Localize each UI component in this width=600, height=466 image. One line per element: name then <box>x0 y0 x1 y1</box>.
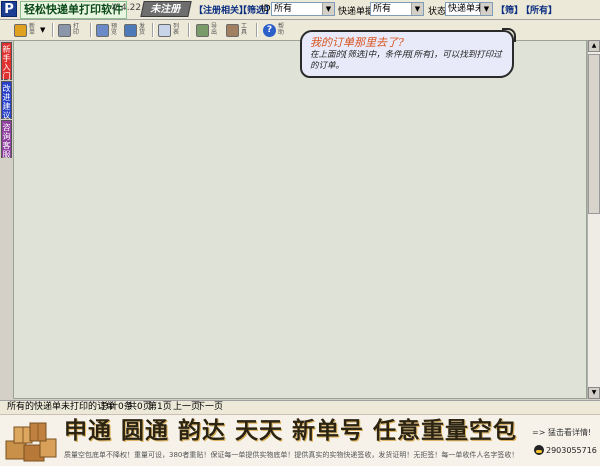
id-select[interactable]: 所有 ▼ <box>271 2 335 16</box>
app-version: V 4.22 <box>112 3 142 13</box>
banner-headline: 申通 圆通 韵达 天天 新单号 任意重量空包 <box>64 418 518 444</box>
note-curl-icon <box>502 28 516 42</box>
banner-details-link[interactable]: => 猛击看详情! <box>532 427 591 438</box>
chevron-down-icon: ▼ <box>480 3 492 15</box>
status-current-page: 第1页 <box>148 402 172 412</box>
banner-subline: 质量空包底单不降权！重量可设，380者重贴！保证每一单提供实物底单！提供真实的实… <box>64 451 519 459</box>
unregistered-button[interactable]: 未注册 <box>140 1 192 17</box>
sidetab-suggestions[interactable]: 改进建议 <box>1 81 12 120</box>
scroll-down-icon[interactable]: ▼ <box>588 387 600 399</box>
parcel-stack-icon <box>5 422 57 462</box>
toolbar-export-button[interactable]: 导出 <box>196 21 220 39</box>
toolbar-separator <box>188 23 190 37</box>
toolbar-separator <box>90 23 92 37</box>
hint-note: 我的订单那里去了? 在上面的[筛选]中，条件用[所有]，可以找到打印过的订单。 <box>300 28 516 78</box>
toolbar-separator <box>152 23 154 37</box>
status-bar: 所有的快递单未打印的订单 总计0条 共0页 第1页 上一页 下一页 <box>0 400 600 415</box>
tools-icon <box>226 23 239 37</box>
apply-filter-button[interactable]: 【筛】 <box>496 3 523 16</box>
hint-note-body: 在上面的[筛选]中，条件用[所有]，可以找到打印过的订单。 <box>310 50 502 71</box>
show-all-button[interactable]: 【所有】 <box>521 3 557 16</box>
qq-icon <box>534 445 544 455</box>
app-logo-icon: P <box>1 1 17 17</box>
toolbar-list-button[interactable]: 列表 <box>158 21 182 39</box>
toolbar-new-button[interactable]: 新单 ▼ <box>14 21 45 39</box>
scroll-thumb[interactable] <box>588 54 600 214</box>
toolbar-preview-button[interactable]: 预览 <box>96 21 120 39</box>
chevron-down-icon: ▼ <box>40 26 46 34</box>
filter-bar: P 轻松快递单打印软件 V 4.22 未注册 【注册相关】 【筛选】 ID: 所… <box>0 0 600 20</box>
toolbar-separator <box>52 23 54 37</box>
app-title: 轻松快递单打印软件 <box>20 1 127 19</box>
order-list-area[interactable] <box>13 40 587 399</box>
list-icon <box>158 23 171 37</box>
next-page-link[interactable]: 下一页 <box>196 401 223 414</box>
toolbar-send-button[interactable]: 发货 <box>124 21 148 39</box>
send-icon <box>124 23 137 37</box>
qq-contact[interactable]: 2903055716 <box>534 445 597 455</box>
toolbar-separator <box>256 23 258 37</box>
sidetab-beginner[interactable]: 新手入门 <box>1 42 12 81</box>
export-icon <box>196 23 209 37</box>
app-window: P 轻松快递单打印软件 V 4.22 未注册 【注册相关】 【筛选】 ID: 所… <box>0 0 600 466</box>
status-scope: 所有的快递单未打印的订单 <box>7 402 116 412</box>
vertical-scrollbar[interactable]: ▲ ▼ <box>587 40 600 399</box>
chevron-down-icon: ▼ <box>322 3 334 15</box>
state-select[interactable]: 快递单未打 ▼ <box>445 2 493 16</box>
chevron-down-icon: ▼ <box>411 3 423 15</box>
preview-icon <box>96 23 109 37</box>
print-icon <box>58 23 71 37</box>
sidetab-support[interactable]: 咨询客服 <box>1 120 12 159</box>
qq-number: 2903055716 <box>546 445 597 455</box>
scroll-up-icon[interactable]: ▲ <box>588 40 600 52</box>
help-icon: ? <box>263 23 276 37</box>
toolbar-tools-button[interactable]: 工具 <box>226 21 250 39</box>
ad-banner[interactable]: 申通 圆通 韵达 天天 新单号 任意重量空包 质量空包底单不降权！重量可设，38… <box>0 414 600 466</box>
hint-note-title: 我的订单那里去了? <box>310 36 404 49</box>
toolbar-print-button[interactable]: 打印 <box>58 21 82 39</box>
edit-icon <box>14 23 27 37</box>
toolbar-help-button[interactable]: ? 帮助 <box>263 21 287 39</box>
courier-select[interactable]: 所有 ▼ <box>370 2 424 16</box>
